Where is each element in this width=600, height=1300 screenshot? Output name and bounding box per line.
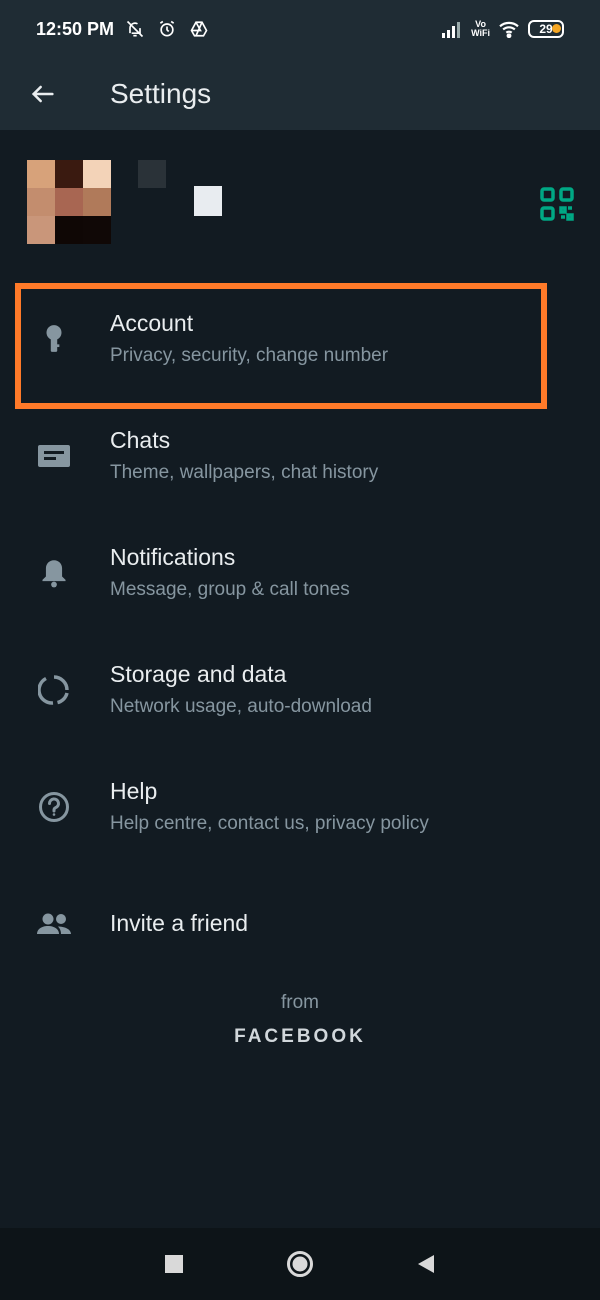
vowifi-icon: Vo WiFi xyxy=(471,20,490,38)
menu-item-notifications[interactable]: Notifications Message, group & call tone… xyxy=(0,514,600,631)
help-icon xyxy=(0,791,110,823)
mute-bell-icon xyxy=(124,18,146,40)
qr-code-icon xyxy=(540,187,574,221)
menu-item-account[interactable]: Account Privacy, security, change number xyxy=(0,280,600,409)
profile-section[interactable] xyxy=(0,130,600,280)
battery-level: 29 xyxy=(539,22,553,36)
status-right: Vo WiFi 29 xyxy=(441,18,564,40)
back-button[interactable] xyxy=(0,58,86,130)
menu-item-storage[interactable]: Storage and data Network usage, auto-dow… xyxy=(0,631,600,748)
storage-icon xyxy=(0,674,110,706)
menu-item-subtitle: Help centre, contact us, privacy policy xyxy=(110,813,429,834)
system-nav-bar xyxy=(0,1228,600,1300)
back-nav-button[interactable] xyxy=(363,1228,489,1300)
menu-item-invite[interactable]: Invite a friend xyxy=(0,865,600,982)
vowifi-bottom: WiFi xyxy=(471,28,490,38)
footer-from: from xyxy=(281,992,319,1013)
recents-button[interactable] xyxy=(111,1228,237,1300)
menu-item-chats[interactable]: Chats Theme, wallpapers, chat history xyxy=(0,397,600,514)
bell-icon xyxy=(0,558,110,588)
status-time: 12:50 PM xyxy=(36,18,115,39)
menu-item-title: Storage and data xyxy=(110,661,287,687)
battery-saver-dot xyxy=(552,24,561,33)
chat-icon xyxy=(0,442,110,470)
drive-icon xyxy=(188,18,210,40)
key-icon xyxy=(0,324,110,354)
menu-item-title: Notifications xyxy=(110,544,236,570)
page-title: Settings xyxy=(110,78,212,109)
menu-item-help[interactable]: Help Help centre, contact us, privacy po… xyxy=(0,748,600,865)
status-bar: 12:50 PM Vo WiFi 29 xyxy=(0,0,600,58)
menu-item-title: Invite a friend xyxy=(110,910,249,936)
avatar[interactable] xyxy=(27,160,111,244)
footer-brand: FACEBOOK xyxy=(234,1026,366,1047)
home-button[interactable] xyxy=(237,1228,363,1300)
qr-code-button[interactable] xyxy=(539,186,575,222)
footer: from FACEBOOK xyxy=(0,992,600,1048)
arrow-left-icon xyxy=(31,85,54,103)
square-icon xyxy=(165,1255,183,1273)
people-icon xyxy=(0,912,110,936)
menu-item-title: Help xyxy=(110,778,158,804)
settings-menu: Account Privacy, security, change number… xyxy=(0,280,600,982)
menu-item-subtitle: Message, group & call tones xyxy=(110,579,350,600)
profile-status-redacted xyxy=(194,186,222,216)
status-left: 12:50 PM xyxy=(36,18,210,40)
alarm-icon xyxy=(156,18,178,40)
triangle-left-icon xyxy=(418,1255,434,1273)
menu-item-subtitle: Network usage, auto-download xyxy=(110,696,372,717)
profile-name-redacted xyxy=(138,160,166,188)
menu-item-title: Chats xyxy=(110,427,171,453)
menu-item-subtitle: Theme, wallpapers, chat history xyxy=(110,462,379,483)
battery-icon: 29 xyxy=(528,20,564,38)
signal-icon xyxy=(441,18,463,40)
menu-item-subtitle: Privacy, security, change number xyxy=(110,345,389,366)
circle-icon xyxy=(287,1251,313,1277)
wifi-icon xyxy=(498,18,520,40)
menu-item-title: Account xyxy=(110,310,194,336)
app-bar: Settings xyxy=(0,58,600,130)
